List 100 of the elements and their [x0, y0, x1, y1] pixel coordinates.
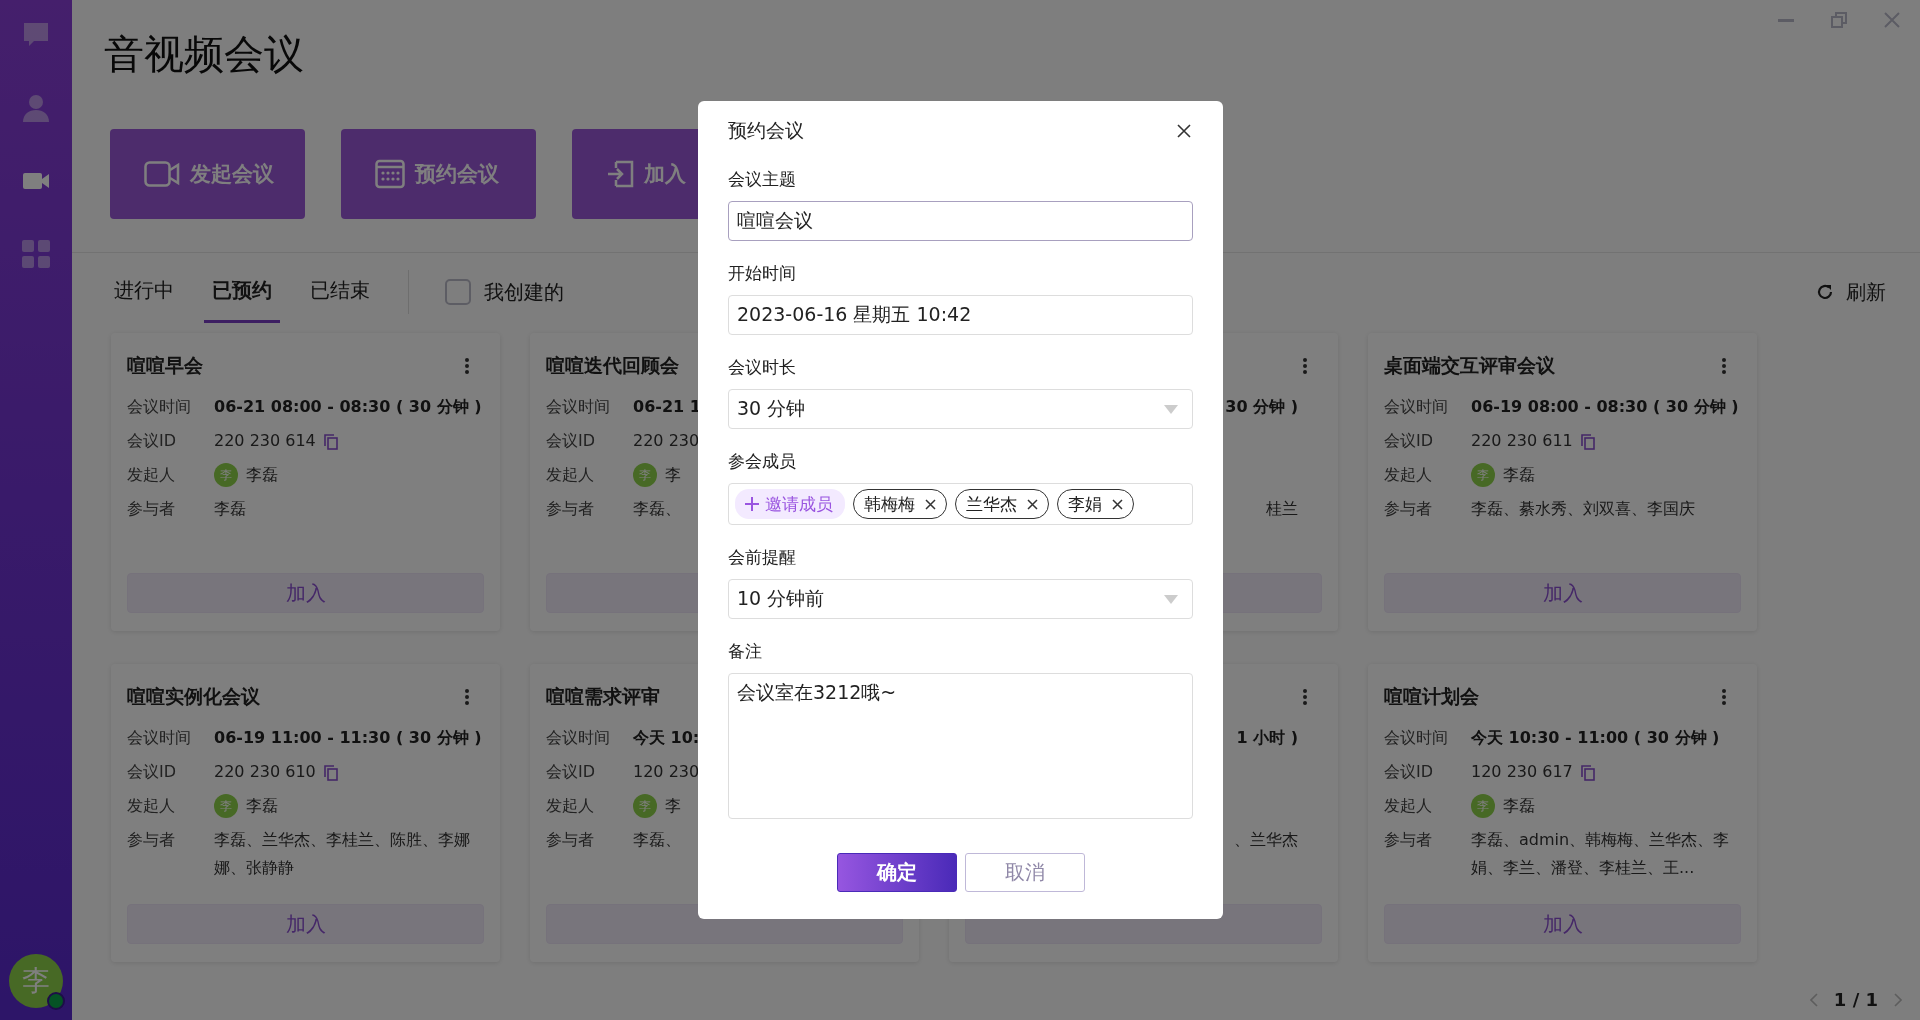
field-value: 06-19 08:00 - 08:30 ( 30 分钟 ) — [1471, 396, 1739, 418]
field-label: 备注 — [728, 640, 763, 663]
field-label: 会议时间 — [546, 396, 611, 418]
dropdown-field[interactable]: 10 分钟前 — [728, 579, 1193, 619]
checkbox-label: 我创建的 — [484, 278, 564, 306]
close-icon[interactable] — [1177, 124, 1191, 138]
copy-icon[interactable] — [323, 765, 338, 781]
meeting-title: 桌面端交互评审会议 — [1384, 353, 1555, 378]
member-name: 韩梅梅 — [864, 492, 915, 516]
field-value: 220 230 611 — [1471, 430, 1573, 452]
field-value: 120 230 617 — [1471, 761, 1573, 783]
field-label: 发起人 — [127, 795, 176, 817]
more-menu-icon[interactable] — [1721, 688, 1727, 706]
field-label: 参与者 — [1384, 498, 1433, 520]
field-label: 会议时长 — [728, 356, 797, 379]
remove-icon[interactable] — [1112, 498, 1123, 510]
join-button[interactable]: 加入 — [127, 573, 484, 613]
refresh-icon — [1816, 283, 1834, 301]
remove-icon[interactable] — [925, 498, 936, 510]
join-button[interactable]: 加入 — [1384, 904, 1741, 944]
field-label: 会议时间 — [546, 727, 611, 749]
join-button[interactable]: 加入 — [1384, 573, 1741, 613]
confirm-button[interactable]: 确定 — [836, 853, 957, 892]
field-value: 李磊 — [246, 464, 278, 486]
field-label: 参与者 — [546, 829, 595, 851]
input-field[interactable]: 2023-06-16 星期五 10:42 — [728, 295, 1193, 335]
field-value: 李磊 — [1503, 464, 1535, 486]
field-label: 会议ID — [546, 761, 597, 783]
invite-button[interactable]: 邀请成员 — [735, 489, 845, 519]
field-value: 220 230 — [633, 430, 700, 452]
more-menu-icon[interactable] — [464, 357, 470, 375]
field-label: 会议ID — [127, 430, 178, 452]
remove-icon[interactable] — [1027, 498, 1038, 510]
field-value: 30 分钟 ) — [1225, 396, 1298, 418]
tab[interactable]: 已结束 — [302, 261, 378, 323]
more-menu-icon[interactable] — [464, 688, 470, 706]
tab[interactable]: 已预约 — [204, 261, 280, 323]
field-value: 今天 10:30 - 11:00 ( 30 分钟 ) — [1471, 727, 1720, 749]
meeting-title: 喧喧需求评审 — [546, 684, 660, 709]
field-value: 220 230 610 — [214, 761, 316, 783]
more-menu-icon[interactable] — [1721, 357, 1727, 375]
action-button[interactable]: 预约会议 — [341, 129, 536, 219]
field-label: 会议ID — [1384, 430, 1435, 452]
input-field[interactable]: 喧喧会议 — [728, 201, 1193, 241]
field-label: 发起人 — [1384, 464, 1433, 486]
member-name: 李娟 — [1068, 492, 1102, 516]
field-value: 李磊、兰华杰、李桂兰、陈胜、李娜娜、张静静 — [214, 829, 471, 879]
field-label: 发起人 — [127, 464, 176, 486]
field-value: 李磊 — [1503, 795, 1535, 817]
field-label: 会议时间 — [1384, 727, 1449, 749]
field-label: 发起人 — [546, 464, 595, 486]
copy-icon[interactable] — [1580, 765, 1595, 781]
field-value: 李磊、綦水秀、刘双喜、李国庆 — [1471, 498, 1695, 520]
meeting-title: 喧喧实例化会议 — [127, 684, 260, 709]
checkbox[interactable] — [445, 279, 471, 305]
field-label: 参与者 — [127, 498, 176, 520]
field-label: 参与者 — [127, 829, 176, 851]
page-title: 音视频会议 — [104, 30, 305, 79]
field-label: 会议时间 — [127, 727, 192, 749]
field-label: 会议ID — [1384, 761, 1435, 783]
field-label: 会议ID — [127, 761, 178, 783]
field-value: 李磊、 — [633, 498, 681, 520]
more-menu-icon[interactable] — [1302, 357, 1308, 375]
host-avatar: 李 — [633, 463, 657, 487]
field-label: 会议ID — [546, 430, 597, 452]
copy-icon[interactable] — [1580, 434, 1595, 450]
field-label: 参会成员 — [728, 450, 797, 473]
page-indicator: 1 / 1 — [1833, 989, 1878, 1010]
field-value: 李 — [665, 464, 681, 486]
enter-arrow-icon — [606, 160, 634, 188]
plus-icon — [745, 497, 759, 511]
host-avatar: 李 — [214, 794, 238, 818]
field-value: 06-21 08:00 - 08:30 ( 30 分钟 ) — [214, 396, 482, 418]
field-label: 发起人 — [1384, 795, 1433, 817]
field-label: 开始时间 — [728, 262, 797, 285]
field-value: 李磊、admin、韩梅梅、兰华杰、李娟、李兰、潘登、李桂兰、王... — [1471, 829, 1731, 879]
meeting-title: 喧喧迭代回顾会 — [546, 353, 679, 378]
field-value: 李磊 — [246, 795, 278, 817]
host-avatar: 李 — [633, 794, 657, 818]
members-field[interactable]: 邀请成员 韩梅梅 兰华杰 李娟 — [728, 483, 1193, 525]
field-value: 1 小时 ) — [1236, 727, 1298, 749]
field-value: 、兰华杰 — [1234, 829, 1298, 851]
notes-field[interactable]: 会议室在3212哦~ — [728, 673, 1193, 819]
host-avatar: 李 — [1471, 463, 1495, 487]
cancel-button[interactable]: 取消 — [964, 853, 1085, 892]
meeting-title: 喧喧早会 — [127, 353, 203, 378]
field-label: 会议时间 — [127, 396, 192, 418]
field-label: 会前提醒 — [728, 546, 797, 569]
copy-icon[interactable] — [323, 434, 338, 450]
field-value: 李磊 — [214, 498, 246, 520]
join-button[interactable]: 加入 — [127, 904, 484, 944]
field-value: 桂兰 — [1266, 498, 1298, 520]
field-value: 今天 10: — [633, 727, 700, 749]
field-label: 会议时间 — [1384, 396, 1449, 418]
caret-icon — [1164, 594, 1178, 604]
dropdown-field[interactable]: 30 分钟 — [728, 389, 1193, 429]
more-menu-icon[interactable] — [1302, 688, 1308, 706]
action-button[interactable]: 发起会议 — [110, 129, 305, 219]
refresh-button[interactable]: 刷新 — [1816, 278, 1886, 306]
tab[interactable]: 进行中 — [106, 261, 182, 323]
